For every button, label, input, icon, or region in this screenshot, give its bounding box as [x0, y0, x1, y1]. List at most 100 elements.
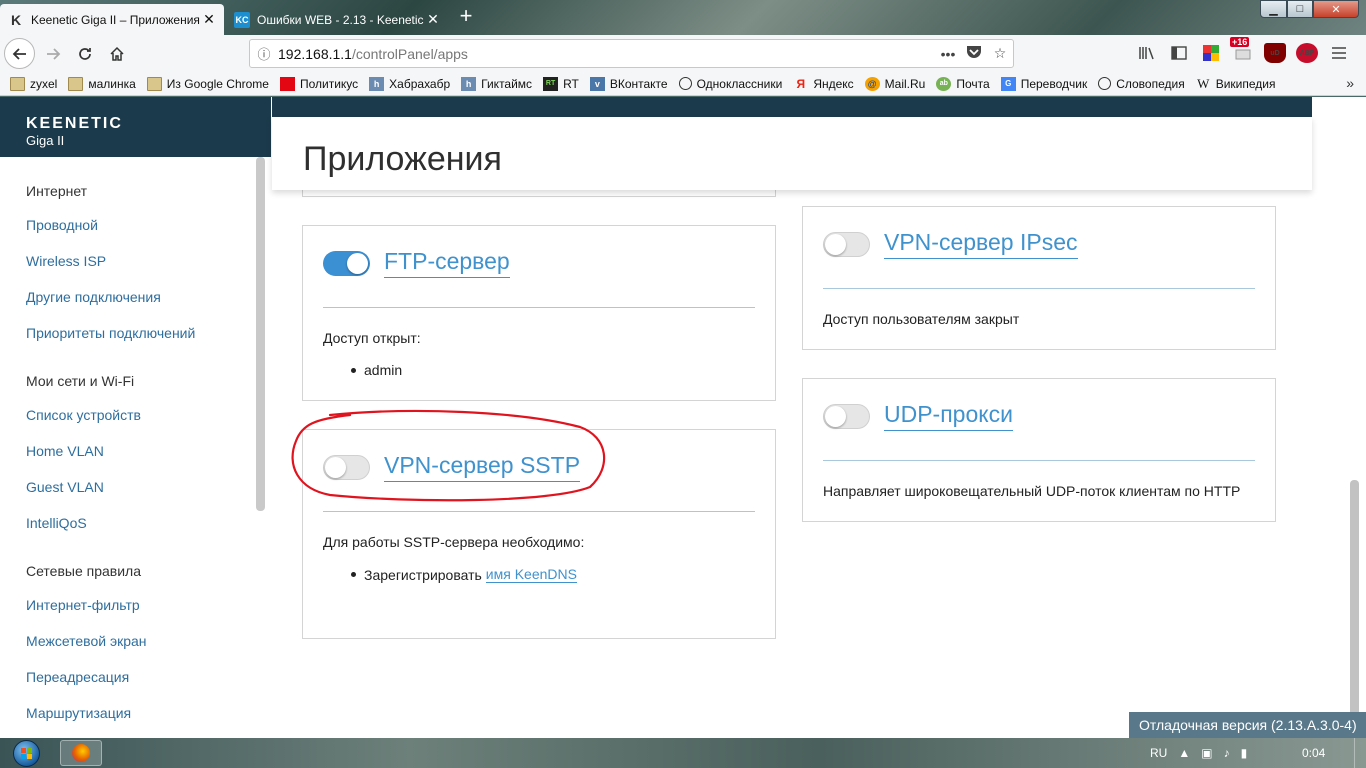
- rt-icon: RT: [543, 76, 559, 91]
- habr-icon: h: [369, 76, 385, 91]
- bookmark-google-chrome[interactable]: Из Google Chrome: [146, 76, 269, 91]
- sidebar-item-routing[interactable]: Маршрутизация: [26, 705, 131, 721]
- vpn-ipsec-toggle[interactable]: [823, 231, 870, 257]
- bookmark-yandex[interactable]: Я Яндекс: [793, 77, 854, 91]
- bookmark-geektimes[interactable]: h Гиктаймс: [461, 76, 532, 91]
- folder-icon: [10, 76, 25, 91]
- start-button[interactable]: [6, 739, 46, 767]
- vpn-sstp-toggle[interactable]: [323, 454, 370, 480]
- window-controls: ▁ □ ✕: [1260, 0, 1359, 18]
- sidebar-item-home-vlan[interactable]: Home VLAN: [26, 443, 104, 459]
- minimize-button[interactable]: ▁: [1260, 0, 1287, 18]
- bookmark-vkontakte[interactable]: v ВКонтакте: [589, 76, 668, 91]
- tray-expand-icon[interactable]: ▲: [1178, 746, 1190, 760]
- back-button[interactable]: [4, 38, 35, 69]
- ftp-user-admin: admin: [364, 362, 403, 378]
- sidebar-item-device-list[interactable]: Список устройств: [26, 407, 141, 423]
- vpn-sstp-link[interactable]: VPN-сервер SSTP: [384, 452, 581, 482]
- udp-proxy-link[interactable]: UDP-прокси: [884, 401, 1013, 431]
- tab-keenetic-apps[interactable]: K Keenetic Giga II – Приложения ✕: [0, 4, 224, 35]
- forward-button[interactable]: [38, 39, 68, 69]
- close-window-button[interactable]: ✕: [1313, 0, 1359, 18]
- volume-icon[interactable]: ♪: [1224, 746, 1230, 760]
- sidebar-item-internet-filter[interactable]: Интернет-фильтр: [26, 597, 140, 613]
- card-divider: [823, 288, 1255, 289]
- pocket-icon[interactable]: [961, 45, 987, 62]
- sidebar-item-other-connections[interactable]: Другие подключения: [26, 289, 161, 305]
- taskbar-clock[interactable]: 0:04: [1302, 746, 1325, 760]
- bookmark-star-icon[interactable]: ☆: [987, 45, 1013, 62]
- tab-strip: K Keenetic Giga II – Приложения ✕ KC Оши…: [0, 0, 1366, 35]
- sidebar-item-firewall[interactable]: Межсетевой экран: [26, 633, 147, 649]
- windows-logo-icon: [12, 739, 40, 767]
- sidebar-scrollbar[interactable]: [256, 157, 265, 511]
- close-tab-icon[interactable]: ✕: [426, 11, 440, 28]
- show-desktop-button[interactable]: [1354, 738, 1366, 768]
- geektimes-icon: h: [461, 76, 477, 91]
- signal-icon[interactable]: ▮: [1241, 746, 1248, 760]
- folder-icon: [68, 76, 84, 91]
- address-bar[interactable]: ⓘ 192.168.1.1 /controlPanel/apps ••• ☆: [249, 39, 1014, 68]
- list-item: Зарегистрировать имя KeenDNS: [351, 566, 577, 583]
- close-tab-icon[interactable]: ✕: [202, 11, 216, 28]
- bookmark-odnoklassniki[interactable]: Одноклассники: [678, 77, 782, 91]
- adblock-plus-icon[interactable]: ABP: [1296, 43, 1318, 63]
- reload-icon: [79, 48, 91, 60]
- bookmark-mailru[interactable]: @ Mail.Ru: [864, 76, 925, 91]
- bookmark-slovopedia[interactable]: Словопедия: [1098, 77, 1185, 91]
- bookmarks-overflow-icon[interactable]: »: [1346, 75, 1354, 91]
- bookmarks-bar: zyxel малинка Из Google Chrome Политикус…: [0, 72, 1366, 96]
- home-button[interactable]: [102, 39, 132, 69]
- bookmark-translator[interactable]: G Переводчик: [1000, 76, 1087, 91]
- tab-web-errors[interactable]: KC Ошибки WEB - 2.13 - Keenetic ✕: [226, 4, 448, 35]
- notifications-extension-icon[interactable]: +16: [1230, 37, 1254, 63]
- sstp-requirement-text: Зарегистрировать: [364, 566, 482, 583]
- bookmark-habrahabr[interactable]: h Хабрахабр: [369, 76, 450, 91]
- library-icon[interactable]: [1136, 43, 1158, 63]
- ftp-server-toggle[interactable]: [323, 250, 370, 276]
- taskbar-firefox[interactable]: [60, 740, 102, 766]
- tray-network-device-icon[interactable]: ▣: [1201, 746, 1212, 760]
- page-actions-icon[interactable]: •••: [935, 46, 961, 62]
- sidebar-group-network-rules[interactable]: Сетевые правила: [26, 563, 141, 579]
- udp-proxy-toggle[interactable]: [823, 403, 870, 429]
- ftp-access-status: Доступ открыт:: [323, 330, 421, 346]
- pochta-icon: ab: [936, 76, 952, 91]
- bookmark-pochta[interactable]: ab Почта: [936, 76, 990, 91]
- sidebar-item-guest-vlan[interactable]: Guest VLAN: [26, 479, 104, 495]
- sidebar-icon[interactable]: [1168, 43, 1190, 63]
- url-path: /controlPanel/apps: [351, 45, 468, 62]
- bookmark-wikipedia[interactable]: W Википедия: [1196, 75, 1275, 91]
- card-title-row: UDP-прокси: [823, 401, 1013, 431]
- vpn-ipsec-link[interactable]: VPN-сервер IPsec: [884, 229, 1078, 259]
- new-tab-button[interactable]: +: [456, 4, 476, 28]
- bookmark-zyxel[interactable]: zyxel: [10, 76, 57, 91]
- site-info-icon[interactable]: ⓘ: [250, 44, 278, 63]
- keendns-link[interactable]: имя KeenDNS: [485, 566, 577, 583]
- sidebar-item-wireless-isp[interactable]: Wireless ISP: [26, 253, 106, 269]
- card-title-row: VPN-сервер IPsec: [823, 229, 1078, 259]
- sidebar-item-wired[interactable]: Проводной: [26, 217, 98, 233]
- sidebar-group-my-networks[interactable]: Мои сети и Wi-Fi: [26, 373, 134, 389]
- page-title: Приложения: [303, 140, 502, 178]
- menu-icon[interactable]: [1328, 43, 1350, 63]
- sidebar-group-internet[interactable]: Интернет: [26, 183, 87, 199]
- reload-button[interactable]: [70, 39, 100, 69]
- bookmark-rt[interactable]: RT RT: [543, 76, 579, 91]
- wikipedia-icon: W: [1197, 75, 1210, 91]
- udp-proxy-description: Направляет широковещательный UDP-поток к…: [823, 483, 1241, 499]
- forward-arrow-icon: [47, 48, 61, 60]
- bookmark-politikus[interactable]: Политикус: [279, 76, 358, 91]
- maximize-button[interactable]: □: [1287, 0, 1313, 18]
- sidebar-item-port-forwarding[interactable]: Переадресация: [26, 669, 129, 685]
- bookmark-malinka[interactable]: малинка: [68, 76, 136, 91]
- page-scrollbar[interactable]: [1350, 480, 1359, 720]
- sstp-requirements: Для работы SSTP-сервера необходимо:: [323, 534, 585, 550]
- sidebar-item-connection-priorities[interactable]: Приоритеты подключений: [26, 325, 195, 341]
- keenetic-logo[interactable]: KEENETIC: [26, 115, 271, 133]
- ublock-icon[interactable]: uD: [1264, 43, 1286, 63]
- ftp-server-link[interactable]: FTP-сервер: [384, 248, 510, 278]
- sidebar-item-intelliqos[interactable]: IntelliQoS: [26, 515, 87, 531]
- language-indicator[interactable]: RU: [1150, 746, 1167, 760]
- seo-extension-icon[interactable]: [1200, 43, 1222, 63]
